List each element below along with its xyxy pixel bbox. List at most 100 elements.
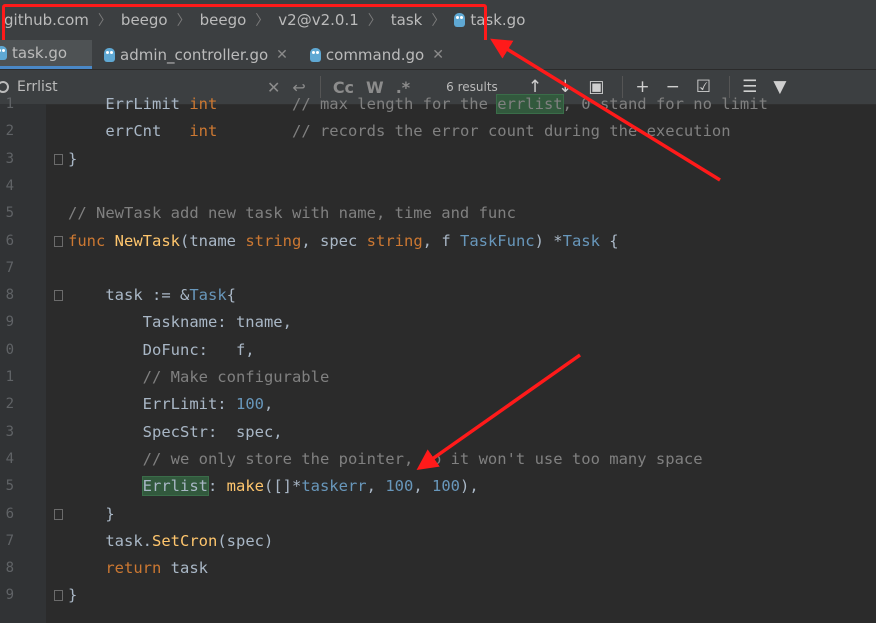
line-number: 3	[5, 423, 14, 440]
code-line[interactable]: 8 task := &Task{	[0, 282, 876, 309]
line-number: 5	[5, 478, 14, 495]
line-number: 6	[5, 232, 14, 249]
code-line[interactable]: 9}	[0, 582, 876, 609]
code-text: // Make configurable	[68, 364, 330, 391]
code-token: SetCron	[152, 531, 218, 550]
close-icon[interactable]: ✕	[276, 47, 288, 63]
code-token: ,	[366, 477, 386, 496]
code-line[interactable]: 5 Errlist: make([]*taskerr, 100, 100),	[0, 473, 876, 500]
code-token: func	[68, 231, 115, 250]
code-token: return	[105, 559, 162, 578]
code-token: ,	[413, 477, 432, 496]
tab-admin-controller-go[interactable]: admin_controller.go ✕	[92, 40, 296, 69]
go-file-icon	[104, 47, 115, 62]
code-token: make	[226, 477, 264, 496]
fold-marker-icon[interactable]	[54, 590, 63, 602]
line-number: 0	[5, 341, 14, 358]
line-number: 9	[5, 314, 14, 331]
code-line[interactable]: 5 // NewTask add new task with name, time…	[0, 200, 876, 227]
tab-label: admin_controller.go	[120, 45, 269, 64]
line-number: 1	[5, 96, 14, 112]
code-line[interactable]: 9 Taskname: tname,	[0, 309, 876, 336]
search-match: errlist	[496, 94, 564, 114]
code-line[interactable]: 7	[0, 255, 876, 282]
line-number: 6	[5, 505, 14, 522]
code-line[interactable]: 6 func NewTask(tname string, spec string,…	[0, 228, 876, 255]
code-token: // NewTask add new task with name, time …	[68, 204, 516, 223]
code-token: }	[68, 504, 115, 523]
code-text: task := &Task{	[68, 282, 236, 309]
code-text: Taskname: tname,	[68, 309, 292, 336]
code-line[interactable]: 8 return task	[0, 555, 876, 582]
line-number: 9	[5, 587, 14, 604]
code-token: , spec	[301, 231, 367, 250]
code-line[interactable]: 3 SpecStr: spec,	[0, 419, 876, 446]
code-line[interactable]: 2 ErrLimit: 100,	[0, 391, 876, 418]
go-file-icon	[0, 46, 7, 60]
tab-label: command.go	[325, 45, 425, 64]
code-token: ),	[459, 477, 479, 496]
code-text: Errlist: make([]*taskerr, 100, 100),	[68, 473, 479, 500]
code-text: errCnt int // records the error count du…	[68, 118, 731, 145]
close-icon[interactable]: ✕	[432, 47, 444, 63]
code-token: string	[245, 231, 302, 250]
code-text: // we only store the pointer, so it won'…	[68, 446, 703, 473]
code-token: TaskFunc	[459, 231, 535, 250]
code-token: (spec)	[217, 531, 274, 550]
fold-marker-icon[interactable]	[54, 508, 63, 520]
code-line[interactable]: 6 }	[0, 501, 876, 528]
code-text: SpecStr: spec,	[68, 419, 283, 446]
code-token: 100	[235, 395, 264, 414]
go-file-icon	[309, 47, 321, 62]
code-text: func NewTask(tname string, spec string, …	[68, 228, 619, 255]
fold-marker-icon[interactable]	[54, 153, 63, 165]
line-number: 4	[5, 450, 14, 467]
code-text: ErrLimit: 100,	[68, 391, 274, 418]
code-line[interactable]: 4 // we only store the pointer, so it wo…	[0, 446, 876, 473]
code-token: NewTask	[114, 231, 180, 250]
code-token: task	[161, 559, 208, 578]
line-number: 1	[5, 369, 14, 385]
code-line[interactable]: 7 task.SetCron(spec)	[0, 528, 876, 555]
code-line[interactable]: 4	[0, 173, 876, 200]
code-token: , f	[422, 231, 460, 250]
code-token: (tname	[180, 231, 246, 250]
line-number: 5	[5, 205, 14, 222]
code-token: task := &	[68, 286, 190, 305]
code-line[interactable]: 0 DoFunc: f,	[0, 337, 876, 364]
code-token: ,	[263, 395, 274, 414]
code-token: errCnt	[68, 122, 190, 141]
code-token: int	[189, 95, 218, 113]
code-text: ErrLimit int // max length for the errli…	[68, 91, 768, 118]
code-line[interactable]: 1 ErrLimit int // max length for the err…	[0, 91, 876, 118]
line-number: 3	[5, 150, 14, 167]
code-token: 100	[385, 477, 414, 496]
code-text: }	[68, 146, 77, 173]
code-token: Task	[562, 231, 600, 250]
code-line[interactable]: 3}	[0, 146, 876, 173]
code-text: return task	[68, 555, 208, 582]
code-line[interactable]: 2 errCnt int // records the error count …	[0, 118, 876, 145]
code-token: SpecStr: spec,	[68, 422, 283, 441]
code-token: string	[366, 231, 423, 250]
code-token: int	[189, 122, 218, 141]
tab-task-go[interactable]: task.go	[0, 40, 92, 69]
code-token: ErrLimit	[68, 95, 190, 113]
code-token: // records the error count during the ex…	[217, 122, 731, 141]
code-line[interactable]: 1 // Make configurable	[0, 364, 876, 391]
line-number: 4	[5, 177, 14, 194]
code-token: // max length for the	[217, 95, 498, 113]
line-number: 8	[5, 287, 14, 304]
fold-marker-icon[interactable]	[54, 235, 63, 247]
line-number: 8	[5, 560, 14, 577]
editor-tabs: task.go admin_controller.go ✕ command.go…	[0, 40, 876, 70]
code-token: taskerr	[301, 477, 367, 496]
code-token: }	[68, 586, 78, 605]
code-text: DoFunc: f,	[68, 337, 255, 364]
code-text: // NewTask add new task with name, time …	[68, 200, 516, 227]
code-token: , 0 stand for no limit	[562, 95, 768, 113]
code-token: {	[226, 286, 236, 305]
fold-marker-icon[interactable]	[54, 290, 63, 302]
tab-command-go[interactable]: command.go ✕	[296, 40, 452, 69]
